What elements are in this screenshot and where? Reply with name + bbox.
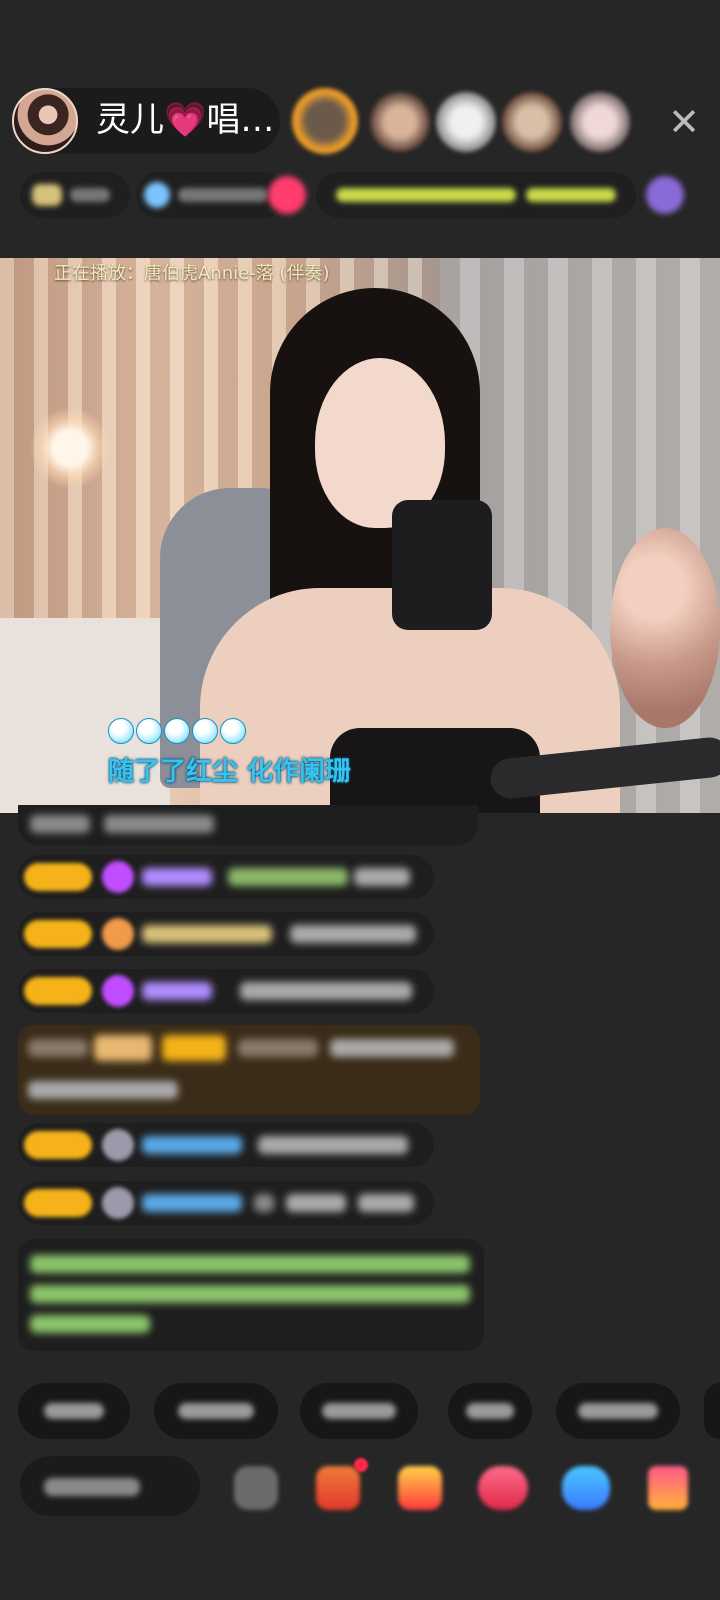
chat-message[interactable] xyxy=(18,1181,434,1225)
bottom-bar xyxy=(0,1456,720,1526)
lyric-dot xyxy=(192,718,218,744)
lyric-dot xyxy=(220,718,246,744)
viewer-avatar[interactable] xyxy=(570,92,630,152)
fan-badge xyxy=(24,863,92,891)
system-notice xyxy=(18,1239,484,1351)
lyric-dot xyxy=(164,718,190,744)
microphone xyxy=(392,500,492,630)
quick-reply-chip[interactable] xyxy=(556,1383,680,1439)
fan-badge xyxy=(24,977,92,1005)
gem-icon xyxy=(102,975,134,1007)
top-bar: 灵儿💗唱… ✕ xyxy=(0,82,720,156)
lyric-line: 随了了红尘 化作阑珊 xyxy=(108,757,352,787)
lyric-dot xyxy=(136,718,162,744)
more-gifts-icon[interactable] xyxy=(648,1466,688,1510)
chat-list[interactable] xyxy=(0,805,720,1353)
notification-dot xyxy=(354,1458,368,1472)
chat-message[interactable] xyxy=(18,805,478,845)
gem-icon xyxy=(102,861,134,893)
gift-icon xyxy=(102,918,134,950)
close-icon[interactable]: ✕ xyxy=(666,103,702,141)
chat-bubble-icon[interactable] xyxy=(562,1466,610,1510)
viewer-avatar[interactable] xyxy=(436,92,496,152)
stats-row xyxy=(20,172,710,218)
lyric-dot xyxy=(108,718,134,744)
quick-reply-chip[interactable] xyxy=(300,1383,418,1439)
host-name: 灵儿💗唱… xyxy=(96,100,275,140)
fan-badge xyxy=(24,1131,92,1159)
viewer-avatar[interactable] xyxy=(292,88,358,154)
chat-message[interactable] xyxy=(18,855,434,899)
quick-reply-chip[interactable] xyxy=(154,1383,278,1439)
quick-reply-row xyxy=(0,1383,720,1439)
gift-chip[interactable] xyxy=(264,172,308,218)
balloon-bear xyxy=(610,528,720,728)
quick-reply-chip[interactable] xyxy=(448,1383,532,1439)
chat-message[interactable] xyxy=(18,969,434,1013)
viewer-avatar[interactable] xyxy=(370,92,430,152)
host-avatar[interactable] xyxy=(12,88,78,154)
emoji-icon[interactable] xyxy=(234,1466,278,1510)
fan-badge xyxy=(24,1189,92,1217)
lyric-countdown-dots xyxy=(108,718,248,746)
live-video[interactable]: 正在播放：唐伯虎Annie-落 (伴奏) 随了了红尘 化作阑珊 xyxy=(0,258,720,813)
chat-message[interactable] xyxy=(18,1123,434,1167)
quick-reply-chip[interactable] xyxy=(18,1383,130,1439)
now-playing-label: 正在播放：唐伯虎Annie-落 (伴奏) xyxy=(54,263,330,284)
chat-message-highlight[interactable] xyxy=(18,1025,480,1115)
viewer-avatar[interactable] xyxy=(502,92,562,152)
chat-message[interactable] xyxy=(18,912,434,956)
comment-input[interactable] xyxy=(20,1456,200,1516)
avatar xyxy=(102,1129,134,1161)
gift-box-icon[interactable] xyxy=(316,1466,360,1510)
task-banner[interactable] xyxy=(316,172,636,218)
activity-icon[interactable] xyxy=(644,172,688,218)
heart-gift-icon[interactable] xyxy=(478,1466,528,1510)
red-packet-icon[interactable] xyxy=(398,1466,442,1510)
heart-lamp xyxy=(30,408,110,488)
hour-rank-chip[interactable] xyxy=(20,172,130,218)
quick-reply-chip[interactable] xyxy=(704,1383,720,1439)
host-info-pill[interactable]: 灵儿💗唱… xyxy=(12,88,280,154)
fan-badge xyxy=(24,920,92,948)
avatar xyxy=(102,1187,134,1219)
